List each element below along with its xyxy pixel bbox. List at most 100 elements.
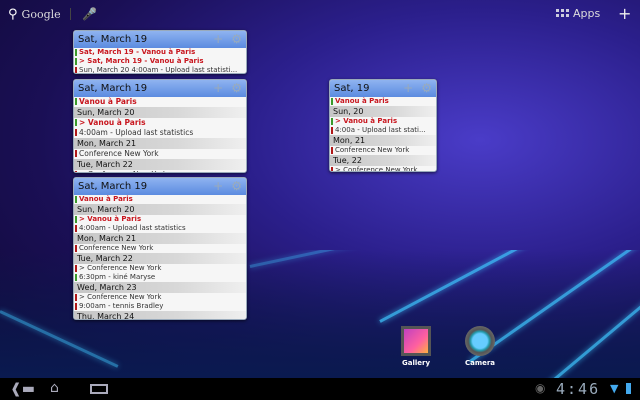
event-item[interactable]: Sat, March 19 - Vanou à Paris <box>74 48 246 57</box>
widget-date-title: Sat, March 19 <box>78 181 148 192</box>
event-item[interactable]: 4:00am - Upload last statistics <box>74 224 246 233</box>
event-item[interactable]: > Conference New York <box>74 293 246 302</box>
event-item[interactable]: Vanou à Paris <box>74 97 246 107</box>
day-header: Mon, 21 <box>330 135 436 146</box>
calendar-color-bar <box>75 225 77 232</box>
android-debug-icon: ◉ <box>535 381 546 395</box>
calendar-color-bar <box>331 118 333 125</box>
settings-gear-icon[interactable]: ⚙ <box>421 81 432 95</box>
calendar-color-bar <box>75 119 77 126</box>
widget-header[interactable]: Sat, March 19 + ⚙ <box>74 80 246 97</box>
day-header: Sun, March 20 <box>74 204 246 215</box>
day-header: Tue, 22 <box>330 155 436 166</box>
search-icon: ⚲ <box>8 7 18 22</box>
event-item[interactable]: 9:00am - tennis Bradley <box>74 302 246 311</box>
day-header: Sun, 20 <box>330 106 436 117</box>
back-icon[interactable]: ❰▬ <box>10 381 35 397</box>
calendar-color-bar <box>75 265 77 272</box>
event-item[interactable]: > Conference New York <box>330 166 436 172</box>
camera-icon <box>465 326 495 356</box>
event-item[interactable]: 6:30pm - kiné Maryse <box>74 273 246 282</box>
calendar-color-bar <box>331 147 333 154</box>
clock[interactable]: 4:46 <box>556 380 600 398</box>
event-text: Conference New York <box>335 146 410 154</box>
calendar-widget[interactable]: Sat, March 19 + ⚙ Vanou à Paris Sun, March 2… <box>73 177 247 320</box>
event-text: > Conference New York <box>335 166 418 172</box>
calendar-widget[interactable]: Sat, 19 + ⚙ Vanou à Paris Sun, 20 > Vanou à P… <box>329 79 437 172</box>
event-item[interactable]: 4:00am - Upload last statistics <box>74 128 246 138</box>
event-text: Sat, March 19 - Vanou à Paris <box>79 48 196 56</box>
event-text: Vanou à Paris <box>79 195 133 203</box>
event-item[interactable]: 4:00a - Upload last stati... <box>330 126 436 135</box>
calendar-widget[interactable]: Sat, March 19 + ⚙ Sat, March 19 - Vanou à P… <box>73 30 247 74</box>
wallpaper-streak <box>379 250 640 323</box>
event-text: Conference New York <box>79 244 154 252</box>
event-text: 4:00am - Upload last statistics <box>79 128 194 137</box>
event-item[interactable]: > Sat, March 19 - Vanou à Paris <box>74 57 246 66</box>
widget-date-title: Sat, March 19 <box>78 83 148 94</box>
settings-gear-icon[interactable]: ⚙ <box>231 179 242 193</box>
calendar-color-bar <box>75 58 77 65</box>
settings-gear-icon[interactable]: ⚙ <box>231 81 242 95</box>
system-bar: ❰▬ ⌂ ◉ 4:46 ▼ <box>0 378 640 400</box>
event-item[interactable]: Conference New York <box>74 244 246 253</box>
event-item[interactable]: Vanou à Paris <box>330 97 436 106</box>
widget-header[interactable]: Sat, 19 + ⚙ <box>330 80 436 97</box>
event-item[interactable]: > Vanou à Paris <box>74 215 246 224</box>
gallery-label: Gallery <box>401 359 431 367</box>
gallery-shortcut[interactable]: Gallery <box>396 326 436 367</box>
event-item[interactable]: > Vanou à Paris <box>330 117 436 126</box>
calendar-color-bar <box>75 150 77 157</box>
battery-icon <box>626 383 631 394</box>
event-item[interactable]: > Conference New York <box>74 264 246 273</box>
microphone-icon[interactable]: 🎤 <box>82 7 97 21</box>
calendar-color-bar <box>331 127 333 134</box>
event-text: > Vanou à Paris <box>335 117 398 125</box>
calendar-color-bar <box>75 196 77 203</box>
event-text: > Conference New York <box>79 293 162 301</box>
event-item[interactable]: Conference New York <box>74 149 246 159</box>
apps-button[interactable]: Apps <box>556 7 600 20</box>
add-event-icon[interactable]: + <box>403 81 413 95</box>
day-header: Tue, March 22 <box>74 159 246 170</box>
calendar-color-bar <box>331 98 333 105</box>
event-text: Sun, March 20 4:00am - Upload last stati… <box>79 66 238 74</box>
calendar-color-bar <box>75 98 77 105</box>
event-text: 6:30pm - kiné Maryse <box>79 273 156 281</box>
apps-grid-icon <box>556 9 569 18</box>
divider <box>70 8 71 20</box>
day-header: Tue, March 22 <box>74 253 246 264</box>
add-event-icon[interactable]: + <box>213 81 223 95</box>
home-icon[interactable]: ⌂ <box>50 380 59 396</box>
wifi-icon: ▼ <box>610 382 619 395</box>
add-icon[interactable]: + <box>618 4 631 23</box>
event-item[interactable]: > Vanou à Paris <box>74 118 246 128</box>
top-bar: ⚲ Google 🎤 Apps + <box>0 0 640 28</box>
day-header: Wed, March 23 <box>74 282 246 293</box>
calendar-color-bar <box>75 274 77 281</box>
event-text: > Sat, March 19 - Vanou à Paris <box>79 57 204 65</box>
event-item[interactable]: Conference New York <box>330 146 436 155</box>
google-search[interactable]: ⚲ Google <box>8 7 61 22</box>
calendar-color-bar <box>75 129 77 136</box>
camera-shortcut[interactable]: Camera <box>460 326 500 367</box>
day-header: Mon, March 21 <box>74 233 246 244</box>
recent-apps-icon[interactable] <box>90 384 108 394</box>
event-text: > Conference New York <box>79 264 162 272</box>
widget-header[interactable]: Sat, March 19 + ⚙ <box>74 31 246 48</box>
add-event-icon[interactable]: + <box>213 179 223 193</box>
event-text: 4:00am - Upload last statistics <box>79 224 186 232</box>
calendar-widget[interactable]: Sat, March 19 + ⚙ Vanou à Paris Sun, March 2… <box>73 79 247 173</box>
event-item[interactable]: > Conference New York <box>74 170 246 172</box>
calendar-color-bar <box>75 216 77 223</box>
calendar-color-bar <box>75 67 77 73</box>
widget-header[interactable]: Sat, March 19 + ⚙ <box>74 178 246 195</box>
widget-date-title: Sat, March 19 <box>78 34 148 45</box>
add-event-icon[interactable]: + <box>213 32 223 46</box>
settings-gear-icon[interactable]: ⚙ <box>231 32 242 46</box>
day-header: Thu, March 24 <box>74 311 246 319</box>
event-item[interactable]: Vanou à Paris <box>74 195 246 204</box>
event-item[interactable]: Sun, March 20 4:00am - Upload last stati… <box>74 66 246 74</box>
event-text: Vanou à Paris <box>335 97 389 105</box>
event-text: > Vanou à Paris <box>79 118 146 127</box>
